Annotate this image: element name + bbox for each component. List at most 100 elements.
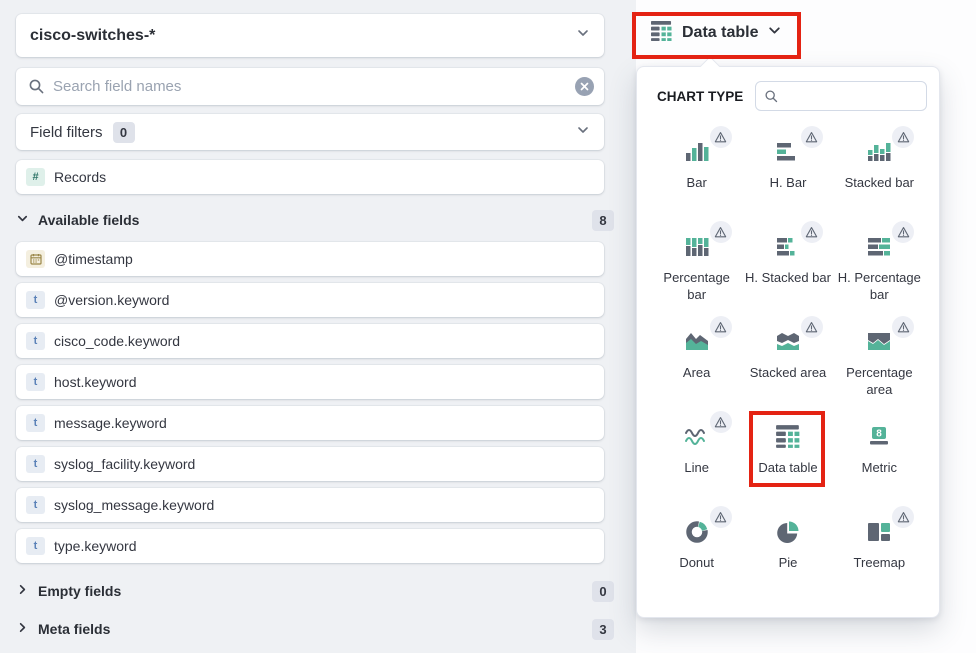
chevron-right-icon (16, 621, 29, 637)
warning-badge-icon (892, 126, 914, 148)
chart-type-line[interactable]: Line (651, 412, 742, 507)
warning-badge-icon (710, 126, 732, 148)
string-field-icon: t (26, 414, 45, 432)
field-name: @timestamp (54, 251, 133, 267)
field-name: type.keyword (54, 538, 136, 554)
chart-type-label: Donut (651, 555, 742, 572)
string-field-icon: t (26, 332, 45, 350)
clear-search-button[interactable] (575, 77, 594, 96)
chart-type-label: Percentage area (834, 365, 925, 399)
chart-type-label: Pie (742, 555, 833, 572)
chart-type-h-bar[interactable]: H. Bar (742, 127, 833, 222)
chart-type-h-stacked-bar[interactable]: H. Stacked bar (742, 222, 833, 317)
chart-switch-label: Data table (682, 24, 758, 42)
string-field-icon: t (26, 496, 45, 514)
search-icon (764, 89, 779, 104)
empty-fields-header[interactable]: Empty fields 0 (16, 578, 604, 604)
field-item-message-keyword[interactable]: t message.keyword (16, 406, 604, 440)
chart-type-stacked-area[interactable]: Stacked area (742, 317, 833, 412)
chart-type-label: Treemap (834, 555, 925, 572)
field-item-syslog-message-keyword[interactable]: t syslog_message.keyword (16, 488, 604, 522)
chart-type-metric[interactable]: 8 Metric (834, 412, 925, 507)
warning-badge-icon (892, 316, 914, 338)
warning-badge-icon (710, 316, 732, 338)
data-table-icon (650, 20, 673, 46)
warning-badge-icon (801, 221, 823, 243)
number-field-icon: # (26, 168, 45, 186)
field-item-timestamp[interactable]: @timestamp (16, 242, 604, 276)
chart-type-label: H. Stacked bar (742, 270, 833, 287)
chart-type-label: Metric (834, 460, 925, 477)
date-field-icon (26, 250, 45, 268)
chevron-down-icon (576, 26, 590, 45)
field-name: syslog_facility.keyword (54, 456, 195, 472)
lens-editor: cisco-switches-* Field filters 0 # Recor… (0, 0, 976, 653)
string-field-icon: t (26, 537, 45, 555)
pie-chart-icon (775, 519, 801, 545)
chart-type-h-percentage-bar[interactable]: H. Percentage bar (834, 222, 925, 317)
chart-type-percentage-bar[interactable]: Percentage bar (651, 222, 742, 317)
warning-badge-icon (892, 506, 914, 528)
field-name: @version.keyword (54, 292, 169, 308)
field-item-type-keyword[interactable]: t type.keyword (16, 529, 604, 563)
field-name: message.keyword (54, 415, 167, 431)
field-item-cisco-code-keyword[interactable]: t cisco_code.keyword (16, 324, 604, 358)
search-input[interactable] (53, 68, 575, 105)
field-name: host.keyword (54, 374, 136, 390)
chevron-right-icon (16, 583, 29, 599)
data-view-selector[interactable]: cisco-switches-* (16, 14, 604, 57)
percentage-bar-chart-icon (684, 234, 710, 260)
donut-chart-icon (684, 519, 710, 545)
available-fields-header[interactable]: Available fields 8 (16, 207, 604, 233)
field-list-panel: cisco-switches-* Field filters 0 # Recor… (0, 0, 636, 653)
meta-fields-label: Meta fields (38, 621, 110, 637)
chart-type-bar[interactable]: Bar (651, 127, 742, 222)
field-item-version-keyword[interactable]: t @version.keyword (16, 283, 604, 317)
field-filters-count-badge: 0 (113, 122, 135, 143)
chart-switch-button[interactable]: Data table (650, 20, 782, 46)
meta-fields-header[interactable]: Meta fields 3 (16, 616, 604, 642)
percentage-area-chart-icon (866, 329, 892, 355)
field-name: cisco_code.keyword (54, 333, 180, 349)
horizontal-percentage-bar-chart-icon (866, 234, 892, 260)
line-chart-icon (684, 424, 710, 450)
chart-type-data-table[interactable]: Data table (742, 412, 833, 507)
string-field-icon: t (26, 291, 45, 309)
chart-type-label: Line (651, 460, 742, 477)
field-item-syslog-facility-keyword[interactable]: t syslog_facility.keyword (16, 447, 604, 481)
chart-type-area[interactable]: Area (651, 317, 742, 412)
records-field[interactable]: # Records (16, 160, 604, 194)
string-field-icon: t (26, 373, 45, 391)
available-fields-label: Available fields (38, 212, 139, 228)
field-name: syslog_message.keyword (54, 497, 214, 513)
chart-type-stacked-bar[interactable]: Stacked bar (834, 127, 925, 222)
svg-text:8: 8 (877, 429, 883, 440)
chevron-down-icon (16, 212, 29, 228)
chart-type-treemap[interactable]: Treemap (834, 507, 925, 602)
chart-type-grid: Bar H. Bar (637, 117, 939, 602)
chart-type-title: CHART TYPE (657, 89, 743, 104)
chevron-down-icon (767, 23, 782, 43)
chart-type-label: H. Bar (742, 175, 833, 192)
stacked-area-chart-icon (775, 329, 801, 355)
chart-type-label: Data table (742, 460, 833, 477)
chart-type-donut[interactable]: Donut (651, 507, 742, 602)
chart-type-pie[interactable]: Pie (742, 507, 833, 602)
warning-badge-icon (710, 221, 732, 243)
chart-type-percentage-area[interactable]: Percentage area (834, 317, 925, 412)
chart-type-label: Stacked bar (834, 175, 925, 192)
field-filters-label: Field filters (30, 124, 103, 141)
search-icon (28, 78, 45, 95)
field-search (16, 68, 604, 105)
field-item-host-keyword[interactable]: t host.keyword (16, 365, 604, 399)
empty-fields-label: Empty fields (38, 583, 121, 599)
string-field-icon: t (26, 455, 45, 473)
empty-fields-count-badge: 0 (592, 581, 614, 602)
chart-type-label: Area (651, 365, 742, 382)
chart-type-label: Stacked area (742, 365, 833, 382)
chart-type-popover: CHART TYPE (636, 66, 940, 618)
field-filters-toggle[interactable]: Field filters 0 (16, 114, 604, 150)
chart-type-label: H. Percentage bar (834, 270, 925, 304)
chart-type-search-input[interactable] (785, 89, 918, 104)
warning-badge-icon (801, 126, 823, 148)
